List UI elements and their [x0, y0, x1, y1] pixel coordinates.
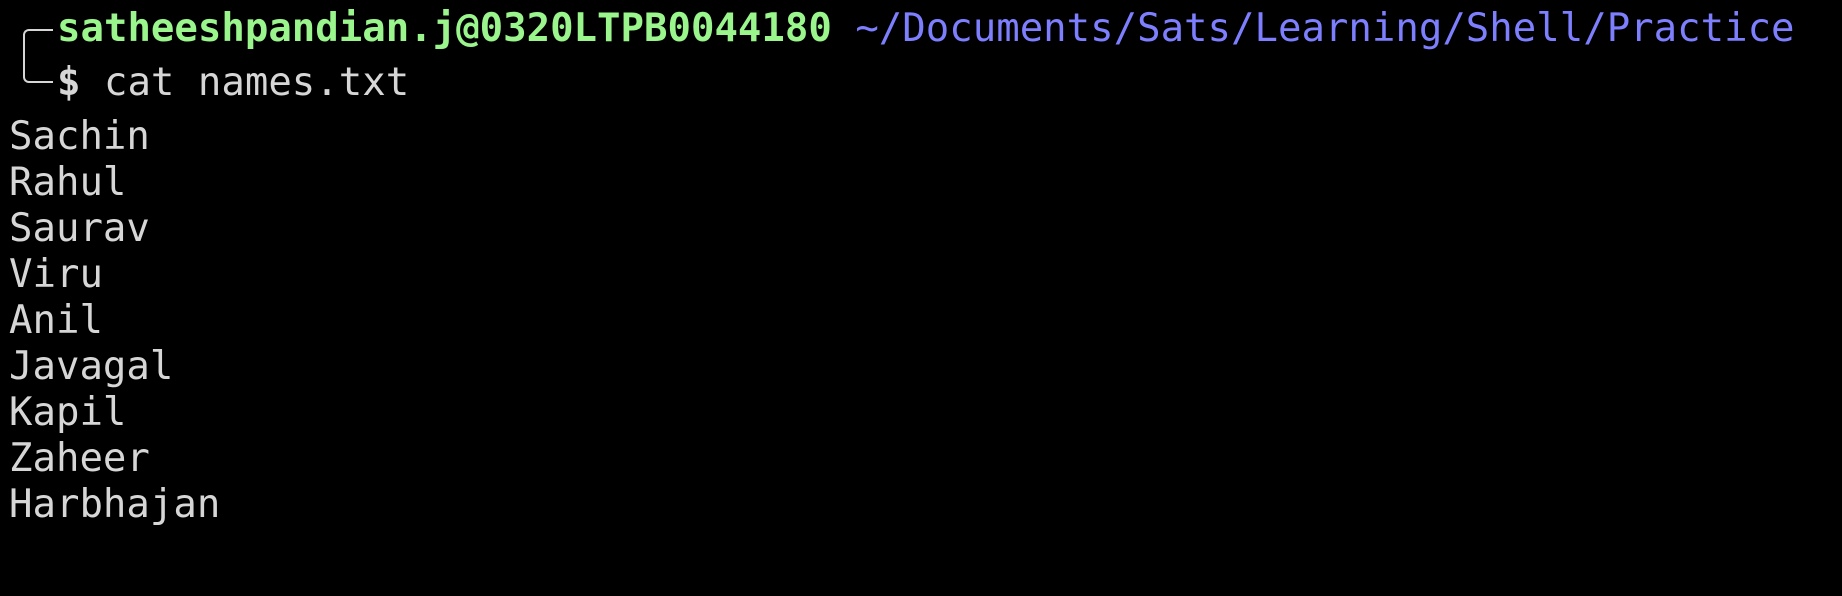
- terminal-window[interactable]: satheeshpandian.j@0320LTPB0044180 ~/Docu…: [0, 0, 1842, 596]
- output-line: Harbhajan: [9, 482, 221, 527]
- prompt-symbol: $: [57, 60, 81, 105]
- command-line[interactable]: $ cat names.txt: [57, 56, 409, 110]
- command-text: cat names.txt: [103, 60, 410, 105]
- prompt-box-top-line: [23, 29, 53, 55]
- prompt-box-bottom-line: [23, 55, 53, 83]
- prompt-user-host: satheeshpandian.j@0320LTPB0044180: [57, 6, 832, 51]
- prompt-header: satheeshpandian.j@0320LTPB0044180 ~/Docu…: [57, 2, 1795, 56]
- prompt-path: ~/Documents/Sats/Learning/Shell/Practice: [855, 6, 1795, 51]
